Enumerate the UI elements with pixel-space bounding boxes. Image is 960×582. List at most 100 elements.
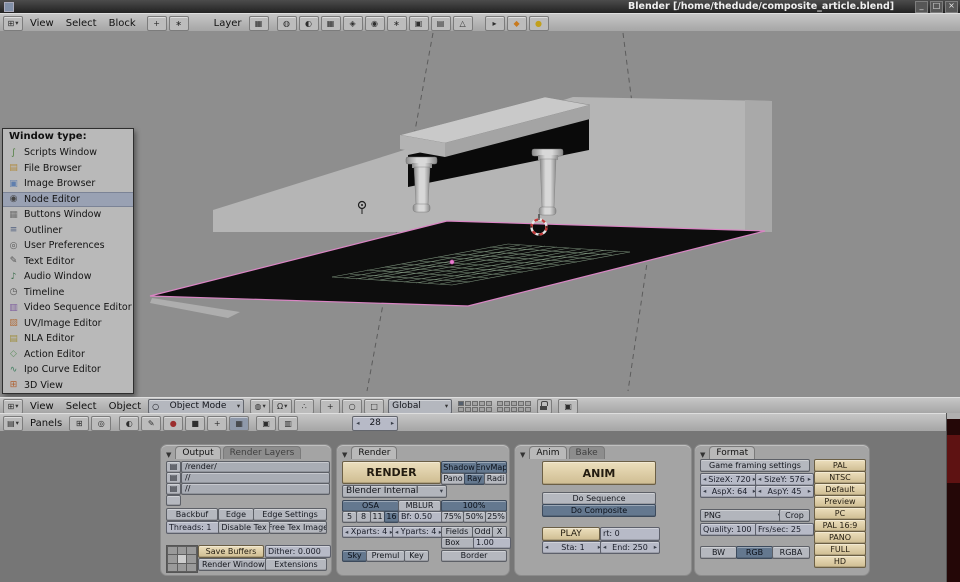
snap-element-icon[interactable]: ◈ <box>343 16 363 31</box>
size-50-button[interactable]: 50% <box>463 511 486 523</box>
shading-icon[interactable]: ● <box>163 416 183 431</box>
window-type-button[interactable]: ▤ ▾ <box>3 416 23 431</box>
menu-select[interactable]: Select <box>61 401 102 412</box>
layer-toggle[interactable] <box>511 407 517 412</box>
rgb-toggle[interactable]: RGB <box>736 546 773 559</box>
engine-dropdown[interactable]: Blender Internal ▾ <box>342 485 447 498</box>
layer-toggle[interactable] <box>479 407 485 412</box>
layer-toggle[interactable] <box>511 401 517 406</box>
rt-field[interactable]: rt: 0 <box>600 527 660 541</box>
sky-toggle[interactable]: Sky <box>342 550 367 562</box>
record-icon[interactable]: ● <box>529 16 549 31</box>
layer-toggle[interactable] <box>525 401 531 406</box>
size-25-button[interactable]: 25% <box>485 511 507 523</box>
render-preview-icon[interactable]: ▣ <box>558 399 578 414</box>
collapse-icon[interactable]: ▼ <box>520 451 525 459</box>
pano-toggle[interactable]: Pano <box>441 473 465 485</box>
pivot-button[interactable]: Ω ▾ <box>272 399 292 414</box>
camera-icon[interactable]: ▣ <box>409 16 429 31</box>
dither-slider[interactable]: Dither: 0.000 <box>265 545 331 558</box>
layer-toggle[interactable] <box>458 401 464 406</box>
menu-item-text-editor[interactable]: ✎ Text Editor <box>3 254 133 270</box>
rgba-toggle[interactable]: RGBA <box>772 546 810 559</box>
tab-anim[interactable]: Anim <box>529 446 566 459</box>
grid-icon[interactable]: ▦ <box>321 16 341 31</box>
maximize-button[interactable]: □ <box>930 1 943 13</box>
ftype-path-field[interactable]: // <box>181 483 330 495</box>
frs-sec-field[interactable]: Frs/sec: 25 <box>755 523 814 536</box>
menu-item-user-preferences[interactable]: ◎ User Preferences <box>3 238 133 254</box>
shading-icon[interactable]: ◍ <box>277 16 297 31</box>
layer-toggle[interactable] <box>518 401 524 406</box>
window-type-button[interactable]: ⊞ ▾ <box>3 16 23 31</box>
backbuf-toggle[interactable]: Backbuf <box>166 508 218 521</box>
osa-8-button[interactable]: 8 <box>356 511 371 523</box>
menu-view[interactable]: View <box>25 18 59 29</box>
osa-16-button[interactable]: 16 <box>384 511 399 523</box>
collapse-icon[interactable]: ▼ <box>342 451 347 459</box>
size-75-button[interactable]: 75% <box>441 511 464 523</box>
tab-render-layers[interactable]: Render Layers <box>223 446 302 459</box>
minimize-button[interactable]: _ <box>915 1 928 13</box>
yparts-field[interactable]: ◂ Yparts: 4 ▸ <box>392 526 445 538</box>
tab-render[interactable]: Render <box>351 446 397 459</box>
mode-dropdown[interactable]: ○ Object Mode ▾ <box>148 399 244 414</box>
zoom-icon[interactable]: ◎ <box>91 416 111 431</box>
editing-icon[interactable]: + <box>207 416 227 431</box>
layer-toggle[interactable] <box>472 401 478 406</box>
stepper-right-icon[interactable]: ▸ <box>391 419 394 427</box>
menu-item-outliner[interactable]: ≡ Outliner <box>3 223 133 239</box>
close-button[interactable]: × <box>945 1 958 13</box>
menu-item-buttons-window[interactable]: ▦ Buttons Window <box>3 207 133 223</box>
quality-slider[interactable]: Quality: 100 <box>700 523 759 536</box>
scene-icon[interactable]: ▦ <box>229 416 249 431</box>
menu-item-nla-editor[interactable]: ▤ NLA Editor <box>3 331 133 347</box>
collapse-icon[interactable]: ▼ <box>700 451 705 459</box>
keyframe-icon[interactable]: ◆ <box>507 16 527 31</box>
end-field[interactable]: ◂ End: 250 ▸ <box>600 541 660 554</box>
layer-toggle[interactable] <box>465 407 471 412</box>
layer-toggle[interactable] <box>504 401 510 406</box>
layer-toggle[interactable] <box>525 407 531 412</box>
layer-toggle[interactable] <box>465 401 471 406</box>
game-framing-button[interactable]: Game framing settings <box>700 459 810 472</box>
render-button[interactable]: RENDER <box>342 461 441 484</box>
preset-hd-button[interactable]: HD <box>814 555 866 568</box>
layer-toggle[interactable] <box>518 407 524 412</box>
render-display-grid[interactable] <box>166 545 198 573</box>
edge-settings-button[interactable]: Edge Settings <box>253 508 327 521</box>
menu-item-audio-window[interactable]: ♪ Audio Window <box>3 269 133 285</box>
lattice-icon[interactable]: ▤ <box>431 16 451 31</box>
render-sub-icon[interactable]: ▣ <box>256 416 276 431</box>
menu-view[interactable]: View <box>25 401 59 412</box>
save-buffers-button[interactable]: Save Buffers <box>198 545 264 558</box>
layer-toggle[interactable] <box>497 407 503 412</box>
rotate-manipulator-icon[interactable]: ○ <box>342 399 362 414</box>
layer-toggle[interactable] <box>486 407 492 412</box>
aspy-field[interactable]: ◂ AspY: 45 ▸ <box>755 485 814 498</box>
layer-toggle[interactable] <box>486 401 492 406</box>
crop-toggle[interactable]: Crop <box>779 509 810 522</box>
layer-grid-icon[interactable]: ▦ <box>249 16 269 31</box>
manipulator-icon[interactable]: + <box>147 16 167 31</box>
draw-type-button[interactable]: ◍ ▾ <box>250 399 270 414</box>
osa-11-button[interactable]: 11 <box>370 511 385 523</box>
menu-item-image-browser[interactable]: ▣ Image Browser <box>3 176 133 192</box>
menu-item-timeline[interactable]: ◷ Timeline <box>3 285 133 301</box>
collapse-icon[interactable]: ▼ <box>166 451 171 459</box>
key-toggle[interactable]: Key <box>404 550 429 562</box>
file-select-icon[interactable]: ▤ <box>166 483 181 495</box>
free-tex-toggle[interactable]: Free Tex Image <box>269 521 327 534</box>
layer-toggle[interactable] <box>472 407 478 412</box>
tab-bake[interactable]: Bake <box>569 446 605 459</box>
sta-field[interactable]: ◂ Sta: 1 ▸ <box>542 541 604 554</box>
partial-window[interactable] <box>946 413 960 582</box>
extensions-toggle[interactable]: Extensions <box>265 558 327 571</box>
xparts-field[interactable]: ◂ Xparts: 4 ▸ <box>342 526 396 538</box>
layer-toggle[interactable] <box>497 401 503 406</box>
bw-toggle[interactable]: BW <box>700 546 737 559</box>
ray-toggle[interactable]: Ray <box>464 473 485 485</box>
median-point-icon[interactable]: ∴ <box>294 399 314 414</box>
filetype-dropdown[interactable]: PNG ▾ <box>700 509 785 522</box>
menu-select[interactable]: Select <box>61 18 102 29</box>
